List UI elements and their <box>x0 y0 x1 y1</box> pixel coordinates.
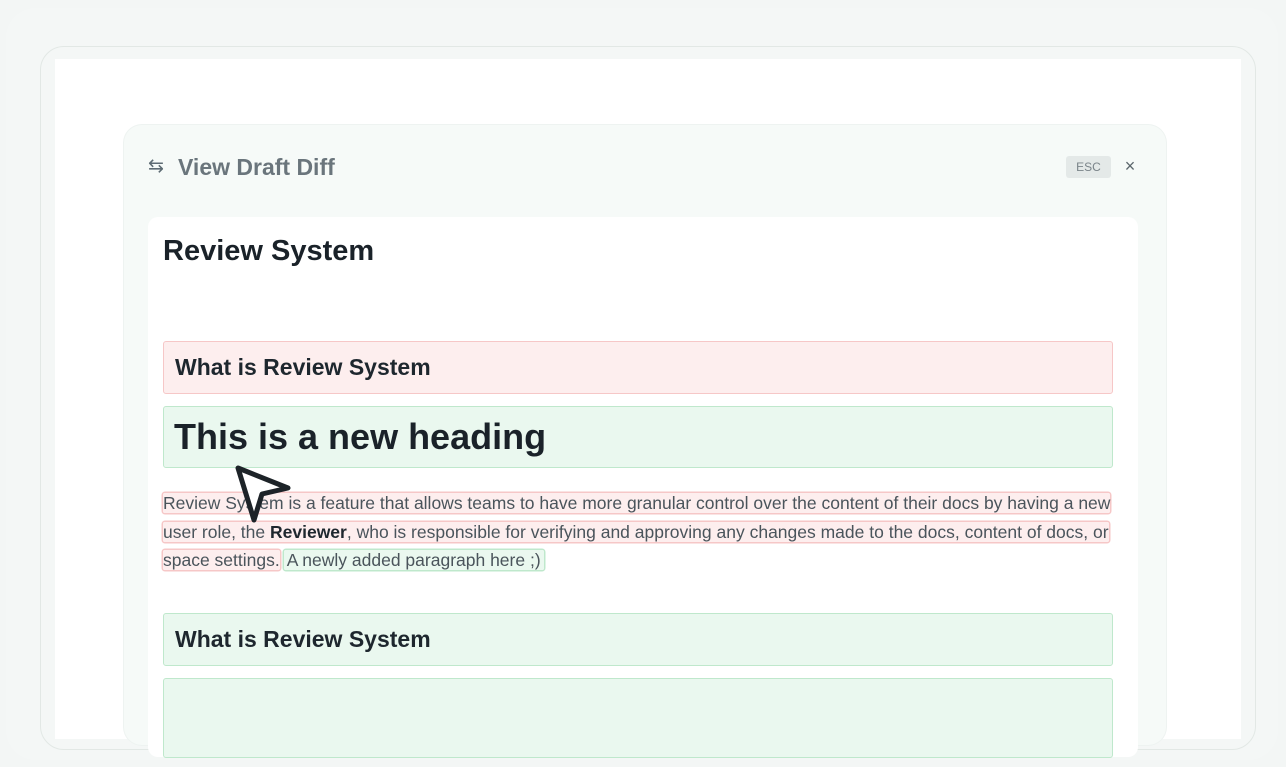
close-icon[interactable]: × <box>1122 155 1138 177</box>
document-title: Review System <box>163 235 375 267</box>
modal-header: ⇆ View Draft Diff ESC × <box>124 125 1166 211</box>
added-heading-block: This is a new heading <box>163 406 1113 468</box>
swap-arrows-icon: ⇆ <box>148 156 164 177</box>
removed-heading-block: What is Review System <box>163 341 1113 394</box>
diff-paragraph: Review System is a feature that allows t… <box>163 489 1123 575</box>
draft-diff-modal: ⇆ View Draft Diff ESC × Review System Wh… <box>124 125 1166 758</box>
mouse-pointer-icon <box>235 465 291 523</box>
added-empty-block <box>163 678 1113 758</box>
added-heading-block-2: What is Review System <box>163 613 1113 666</box>
esc-key-badge: ESC <box>1066 156 1111 178</box>
modal-title: View Draft Diff <box>178 154 335 180</box>
added-text: A newly added paragraph here ;) <box>283 550 544 570</box>
diff-content: Review System What is Review System This… <box>148 217 1138 758</box>
